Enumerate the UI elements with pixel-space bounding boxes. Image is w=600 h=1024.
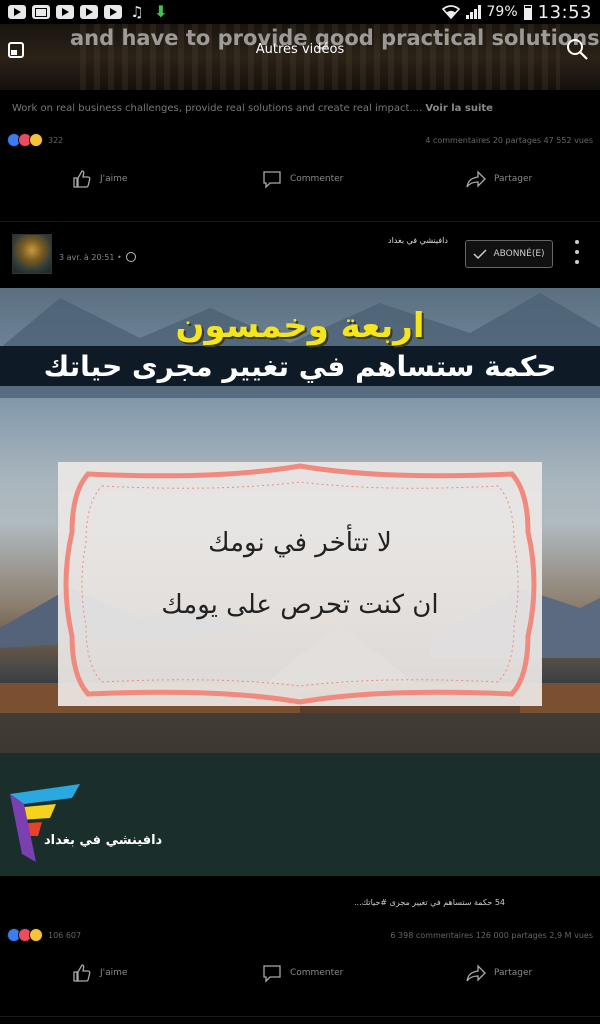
main-video-player[interactable]: اربعة وخمسون حكمة ستساهم في تغيير مجرى ح…: [0, 288, 600, 876]
youtube-icon: [8, 5, 26, 19]
like-label: J'aime: [100, 174, 128, 184]
engagement-stats[interactable]: 4 commentaires 20 partages 47 552 vues: [425, 136, 593, 145]
quote-line2: ان كنت تحرص على يومك: [161, 590, 439, 620]
reaction-count[interactable]: 322: [48, 136, 63, 145]
youtube-icon: [104, 5, 122, 19]
share-icon: [466, 170, 486, 188]
post-stats: 322 4 commentaires 20 partages 47 552 vu…: [0, 132, 600, 148]
reactions[interactable]: [7, 928, 43, 942]
download-icon: ⬇: [154, 2, 168, 21]
follow-label: ABONNÉ(E): [493, 249, 545, 259]
comment-label: Commenter: [290, 174, 344, 184]
more-options-icon[interactable]: [573, 240, 581, 264]
other-videos-label[interactable]: Autres vidéos: [0, 42, 600, 57]
clock: 13:53: [537, 1, 592, 23]
thumbs-up-icon: [73, 170, 91, 188]
comment-icon: [263, 965, 281, 983]
music-icon: ♫: [130, 3, 144, 21]
follow-button[interactable]: ABONNÉ(E): [465, 240, 553, 268]
haha-reaction-icon: [29, 133, 43, 147]
status-bar: ♫ ⬇ 79% 13:53: [0, 0, 600, 24]
quote-frame: [63, 463, 537, 705]
comment-label: Commenter: [290, 968, 344, 978]
thumbs-up-icon: [73, 964, 91, 982]
video-title-line1: اربعة وخمسون: [175, 306, 425, 346]
post-date: 3 avr. à 20:51 •: [59, 252, 136, 262]
battery-percent: 79%: [486, 4, 518, 20]
battery-icon: [523, 4, 532, 20]
post-header: دافينشي في بغداد 3 avr. à 20:51 • ABONNÉ…: [0, 226, 600, 282]
divider: [0, 221, 600, 222]
top-video-player[interactable]: and have to provide good practical solut…: [0, 24, 600, 90]
post-stats: 106 607 6 398 commentaires 126 000 parta…: [0, 927, 600, 943]
page-avatar[interactable]: [12, 234, 52, 274]
post-description: Work on real business challenges, provid…: [12, 103, 493, 114]
checkmark-icon: [473, 249, 487, 259]
page-name[interactable]: دافينشي في بغداد: [388, 236, 448, 245]
action-bar: J'aime Commenter Partager: [0, 164, 600, 194]
comment-button[interactable]: Commenter: [262, 169, 343, 189]
quote-line1: لا تتأخر في نومك: [208, 528, 392, 558]
share-button[interactable]: Partager: [466, 963, 532, 983]
wow-reaction-icon: [29, 928, 43, 942]
wifi-icon: [441, 5, 460, 19]
globe-icon: [125, 252, 136, 262]
share-label: Partager: [494, 968, 533, 978]
divider: [0, 1016, 600, 1017]
description-text: Work on real business challenges, provid…: [12, 103, 423, 114]
reactions[interactable]: [7, 133, 43, 147]
like-label: J'aime: [100, 968, 128, 978]
like-button[interactable]: J'aime: [72, 963, 127, 983]
youtube-icon: [80, 5, 98, 19]
gmail-icon: [32, 5, 50, 19]
comment-icon: [263, 171, 281, 189]
davinci-logo-icon: [10, 784, 80, 862]
logo-text: دافينشي في بغداد: [44, 833, 163, 848]
post-caption[interactable]: 54 حكمة ستساهم في تغيير مجرى #حياتك...: [354, 898, 505, 907]
engagement-stats[interactable]: 6 398 commentaires 126 000 partages 2,9 …: [390, 931, 593, 940]
share-button[interactable]: Partager: [466, 169, 532, 189]
video-title-line2: حكمة ستساهم في تغيير مجرى حياتك: [43, 350, 557, 383]
post-date-text: 3 avr. à 20:51 •: [59, 252, 122, 262]
comment-button[interactable]: Commenter: [262, 963, 343, 983]
reaction-count[interactable]: 106 607: [48, 931, 81, 940]
signal-icon: [465, 5, 481, 19]
action-bar: J'aime Commenter Partager: [0, 958, 600, 988]
search-icon[interactable]: [566, 38, 588, 60]
like-button[interactable]: J'aime: [72, 169, 127, 189]
youtube-icon: [56, 5, 74, 19]
share-label: Partager: [494, 174, 533, 184]
see-more-link[interactable]: Voir la suite: [425, 103, 493, 114]
share-icon: [466, 964, 486, 982]
